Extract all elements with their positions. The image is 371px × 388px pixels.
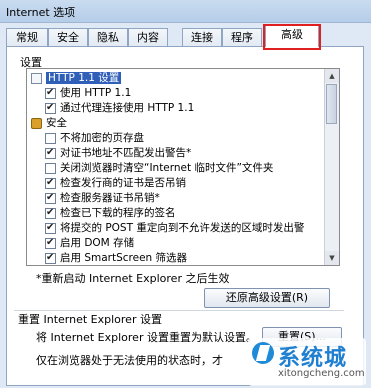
list-item-no-save-encrypted[interactable]: 不将加密的页存盘 <box>45 131 144 145</box>
settings-list-scrollbar[interactable]: ▲ ▼ <box>324 69 339 265</box>
tab-security[interactable]: 安全 <box>48 28 88 46</box>
checkbox-checked[interactable] <box>45 146 56 160</box>
checkbox-checked[interactable] <box>45 191 56 205</box>
list-item-label: 安全 <box>46 117 67 129</box>
list-item-enable-dom-storage[interactable]: 启用 DOM 存储 <box>45 236 134 250</box>
tab-privacy[interactable]: 隐私 <box>88 28 128 46</box>
scroll-down-arrow-icon[interactable]: ▼ <box>325 251 339 265</box>
list-item-label: 检查服务器证书吊销* <box>60 192 160 204</box>
list-item-proxy-http11[interactable]: 通过代理连接使用 HTTP 1.1 <box>45 101 194 115</box>
checkbox-checked[interactable] <box>45 101 56 115</box>
checkbox-checked[interactable] <box>45 86 56 100</box>
brand-logo-icon <box>252 342 274 364</box>
tab-advanced[interactable]: 高级 <box>265 25 319 47</box>
window-title: Internet 选项 <box>6 6 76 19</box>
tab-content[interactable]: 内容 <box>128 28 168 46</box>
checkbox-checked[interactable] <box>45 236 56 250</box>
list-item-security-group: 安全 <box>31 116 67 130</box>
document-icon <box>31 72 42 84</box>
list-item-use-http11[interactable]: 使用 HTTP 1.1 <box>45 86 131 100</box>
list-item-label: 对证书地址不匹配发出警告* <box>60 147 192 159</box>
list-item-label: 检查发行商的证书是否吊销 <box>60 177 186 189</box>
tab-connections[interactable]: 连接 <box>182 28 222 46</box>
scroll-up-arrow-icon[interactable]: ▲ <box>325 69 339 83</box>
list-item-cert-mismatch-warning[interactable]: 对证书地址不匹配发出警告* <box>45 146 191 160</box>
tab-strip: 常规 安全 隐私 内容 连接 程序 高级 <box>6 25 366 47</box>
list-item-label: 不将加密的页存盘 <box>60 132 144 144</box>
reset-description: 将 Internet Explorer 设置重置为默认设置。 <box>36 331 257 344</box>
list-item-label: 通过代理连接使用 HTTP 1.1 <box>60 102 195 114</box>
list-item-check-server-revocation[interactable]: 检查服务器证书吊销* <box>45 191 160 205</box>
restore-advanced-settings-button[interactable]: 还原高级设置(R) <box>204 288 330 308</box>
checkbox-checked[interactable] <box>45 176 56 190</box>
restart-note: *重新启动 Internet Explorer 之后生效 <box>36 272 230 285</box>
reset-heading: 重置 Internet Explorer 设置 <box>18 313 162 326</box>
watermark-url: xitongcheng.com <box>278 368 365 379</box>
list-item-label: 使用 HTTP 1.1 <box>60 87 132 99</box>
list-item-enable-smartscreen[interactable]: 启用 SmartScreen 筛选器 <box>45 251 187 265</box>
list-item-http11-settings[interactable]: HTTP 1.1 设置 <box>31 71 122 85</box>
list-item-label: 关闭浏览器时清空“Internet 临时文件”文件夹 <box>60 162 274 174</box>
watermark: 系统城 xitongcheng.com <box>248 338 366 386</box>
tab-general[interactable]: 常规 <box>6 28 48 46</box>
list-item-check-download-signature[interactable]: 检查已下载的程序的签名 <box>45 206 176 220</box>
scrollbar-thumb[interactable] <box>326 84 337 124</box>
checkbox-checked[interactable] <box>45 221 56 235</box>
tab-programs[interactable]: 程序 <box>222 28 262 46</box>
list-item-post-redirect-warning[interactable]: 将提交的 POST 重定向到不允许发送的区域时发出警 <box>45 221 304 235</box>
list-item-label: HTTP 1.1 设置 <box>46 72 122 84</box>
list-item-label: 将提交的 POST 重定向到不允许发送的区域时发出警 <box>60 222 305 234</box>
list-item-label: 启用 DOM 存储 <box>60 237 135 249</box>
checkbox-unchecked[interactable] <box>45 132 56 144</box>
window-titlebar: Internet 选项 <box>0 0 371 23</box>
list-item-label: 启用 SmartScreen 筛选器 <box>60 252 188 264</box>
list-item-check-publisher-revocation[interactable]: 检查发行商的证书是否吊销 <box>45 176 186 190</box>
settings-list[interactable]: HTTP 1.1 设置 使用 HTTP 1.1 通过代理连接使用 HTTP 1.… <box>26 68 340 266</box>
list-item-label: 检查已下载的程序的签名 <box>60 207 176 219</box>
reset-note: 仅在浏览器处于无法使用的状态时，才 <box>36 354 223 367</box>
list-item-clear-temp-files[interactable]: 关闭浏览器时清空“Internet 临时文件”文件夹 <box>45 161 273 175</box>
checkbox-unchecked[interactable] <box>45 162 56 174</box>
checkbox-checked[interactable] <box>45 206 56 220</box>
lock-icon <box>31 117 42 129</box>
checkbox-checked[interactable] <box>45 251 56 265</box>
